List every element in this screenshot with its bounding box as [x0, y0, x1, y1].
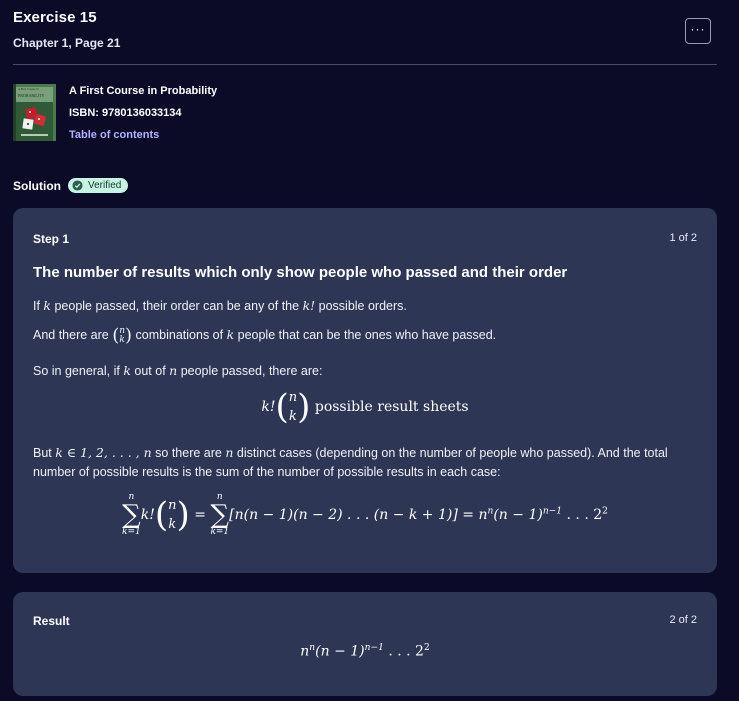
equation-end: . . . 2 — [562, 507, 603, 523]
step-paragraph-1: If k people passed, their order can be a… — [33, 296, 407, 316]
page-title: Exercise 15 — [13, 9, 97, 26]
text-segment: If — [33, 299, 44, 313]
book-title: A First Course in Probability — [69, 85, 218, 97]
math-k-factorial: k! — [261, 399, 276, 415]
equation-text: possible result sheets — [314, 399, 469, 415]
text-segment: out of — [130, 364, 170, 378]
text-segment: combinations of — [132, 328, 227, 342]
book-isbn: ISBN: 9780136033134 — [69, 107, 182, 119]
book-cover-image[interactable]: A First Course in PROBABILITY — [13, 84, 56, 141]
equation-product: [n(n − 1)(n − 2) . . . (n − k + 1)] = n — [229, 507, 488, 523]
math-k-factorial: k! — [302, 298, 316, 313]
text-segment: And there are — [33, 328, 113, 342]
solution-header: Solution Verified — [13, 178, 129, 193]
text-segment: So in general, if — [33, 364, 124, 378]
page-subtitle: Chapter 1, Page 21 — [13, 36, 121, 50]
solution-label: Solution — [13, 178, 61, 193]
math-k: k — [123, 363, 131, 378]
step-count: 1 of 2 — [669, 232, 697, 244]
step-paragraph-4: But k ∈ 1, 2, . . . , n so there are n d… — [33, 443, 703, 482]
result-expression: nn(n − 1)n−1 . . . 22 — [300, 643, 430, 660]
page-header: Exercise 15 Chapter 1, Page 21 ··· — [13, 8, 717, 64]
result-term: . . . 2 — [383, 643, 424, 660]
result-label: Result — [33, 614, 70, 628]
equation-result-sheets: k!(n k) possible result sheets — [261, 387, 469, 427]
header-divider — [13, 64, 717, 65]
text-segment: people passed, there are: — [177, 364, 323, 378]
equation-tail: (n − 1) — [493, 507, 543, 523]
text-segment: But — [33, 446, 56, 460]
text-segment: so there are — [151, 446, 226, 460]
math-summation: n ∑ k=1 — [122, 492, 141, 537]
result-count: 2 of 2 — [669, 614, 697, 626]
verified-check-icon — [72, 180, 83, 191]
math-n: n — [169, 363, 178, 378]
math-binomial: (n k) — [112, 325, 133, 347]
math-k: k — [43, 298, 51, 313]
verified-badge-label: Verified — [88, 180, 122, 191]
step-1-card: Step 1 1 of 2 The number of results whic… — [13, 208, 717, 573]
more-options-button[interactable]: ··· — [685, 18, 711, 44]
step-heading: The number of results which only show pe… — [33, 264, 568, 281]
result-card: Result 2 of 2 nn(n − 1)n−1 . . . 22 — [13, 592, 717, 696]
step-paragraph-2: And there are (n k) combinations of k peo… — [33, 325, 496, 345]
cover-top-text: A First Course in — [18, 87, 39, 91]
equation-sum: n ∑ k=1 k!(n k) = n ∑ k=1 [n(n − 1)(n − 2) . . … — [122, 492, 608, 537]
more-icon: ··· — [690, 22, 706, 36]
verified-badge: Verified — [68, 178, 129, 193]
table-of-contents-link[interactable]: Table of contents — [69, 129, 159, 141]
math-k-range: k ∈ 1, 2, . . . , n — [55, 445, 152, 460]
cover-title-text: PROBABILITY — [18, 93, 45, 98]
text-segment: possible orders. — [315, 299, 407, 313]
result-term: n — [300, 643, 310, 660]
result-term: (n − 1) — [315, 643, 365, 660]
step-paragraph-3: So in general, if k out of n people pass… — [33, 361, 322, 381]
step-label: Step 1 — [33, 232, 70, 246]
text-segment: people passed, their order can be any of… — [51, 299, 303, 313]
text-segment: people that can be the ones who have pas… — [234, 328, 497, 342]
math-summation: n ∑ k=1 — [210, 492, 230, 537]
